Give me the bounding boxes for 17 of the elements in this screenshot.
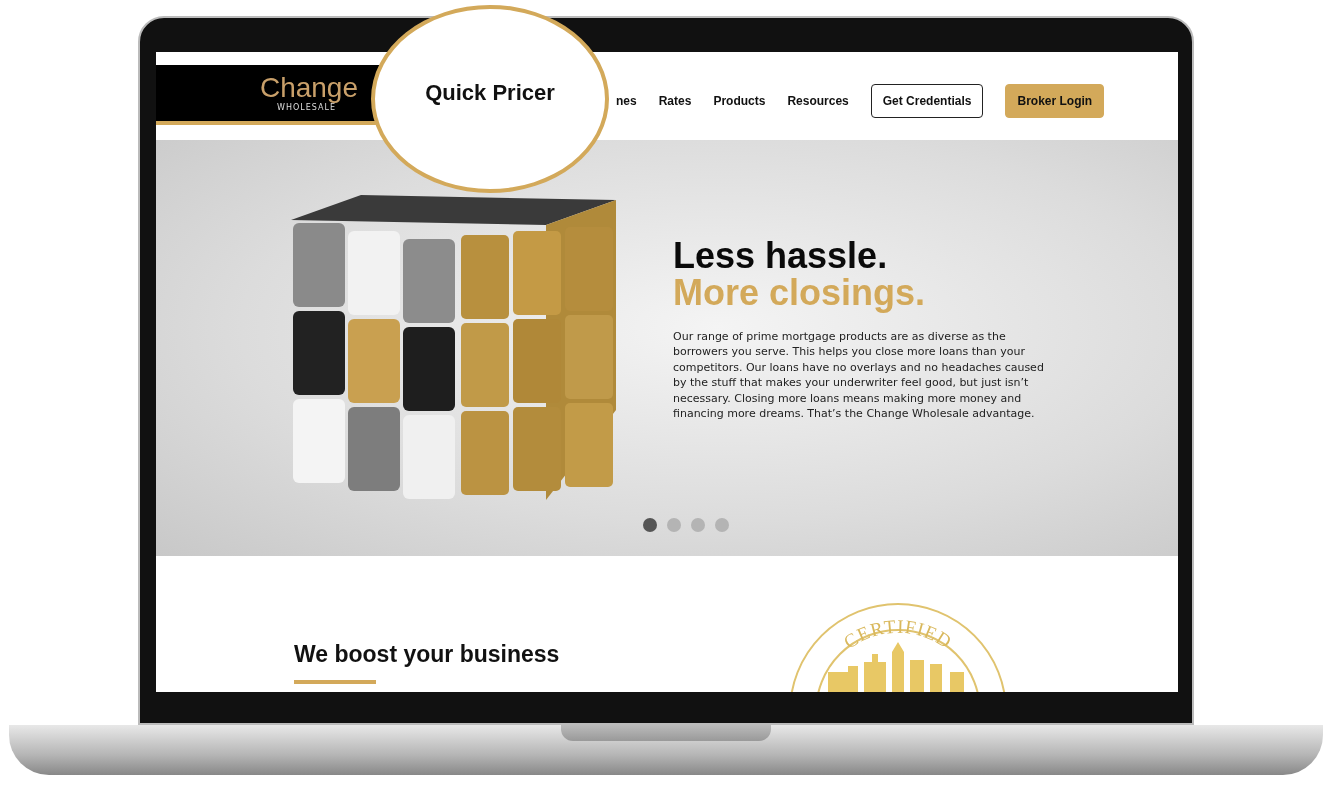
section-heading: We boost your business — [294, 641, 560, 668]
carousel-dot[interactable] — [691, 518, 705, 532]
carousel-dot[interactable] — [715, 518, 729, 532]
nav-button[interactable]: Broker Login — [1005, 84, 1105, 118]
hero-paragraph: Our range of prime mortgage products are as diverse as the borrowers you serve. This helps you close more loans than your competitors. Our loans have no overlays and no headaches caused by the stuff that makes your underwriter feel good, but just isn’t necessary. Closing more loans means making more money and financing more dreams. That’s the Change Wholesale advantage. — [673, 329, 1045, 422]
logo-tagline: WHOLESALE — [277, 103, 336, 113]
carousel-dot[interactable] — [643, 518, 657, 532]
quick-pricer-link[interactable]: Quick Pricer — [425, 80, 555, 106]
carousel-dot[interactable] — [667, 518, 681, 532]
nav-link[interactable]: Rates — [658, 94, 692, 108]
nav-button[interactable]: Get Credentials — [870, 84, 984, 118]
nav-link[interactable]: Products — [713, 94, 766, 108]
hero-headline: More closings. — [673, 274, 927, 311]
nav-link[interactable]: nes — [616, 94, 637, 108]
hero-headline: Less hassle. — [673, 237, 889, 274]
logo-wordmark[interactable]: Change — [259, 73, 358, 103]
nav-link[interactable]: Resources — [787, 94, 849, 108]
